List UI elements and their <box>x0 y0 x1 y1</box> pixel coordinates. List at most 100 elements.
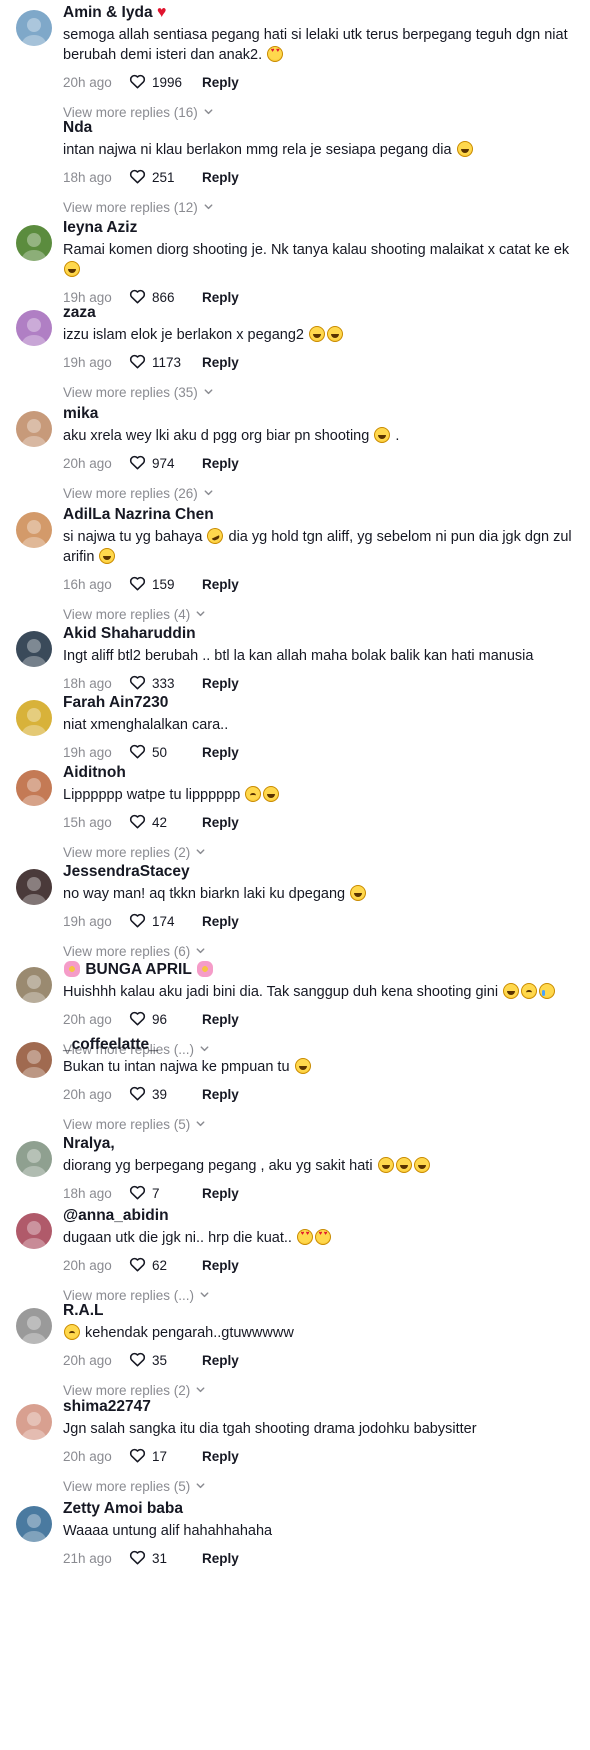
like-button[interactable]: 42 <box>129 813 202 832</box>
comment-content: Ramai komen diorg shooting je. Nk tanya … <box>63 240 574 280</box>
reply-button[interactable]: Reply <box>202 1258 239 1273</box>
user-avatar[interactable] <box>16 631 52 667</box>
comment-author-name[interactable]: Nralya, <box>63 1135 115 1152</box>
like-button[interactable]: 174 <box>129 912 202 931</box>
reply-button[interactable]: Reply <box>202 355 239 370</box>
reply-button[interactable]: Reply <box>202 815 239 830</box>
comment-text-continued: . <box>391 428 400 444</box>
like-count: 50 <box>152 744 168 760</box>
view-more-replies-label: View more replies (6) <box>63 944 191 959</box>
user-avatar[interactable] <box>16 869 52 905</box>
like-button[interactable]: 39 <box>129 1085 202 1104</box>
comment-author-name[interactable]: R.A.L <box>63 1302 103 1319</box>
like-button[interactable]: 35 <box>129 1351 202 1370</box>
user-avatar[interactable] <box>16 1042 52 1078</box>
like-button[interactable]: 31 <box>129 1549 202 1568</box>
comment-author-name[interactable]: Ieyna Aziz <box>63 219 137 236</box>
like-button[interactable]: 1996 <box>129 73 202 92</box>
comment-content: Huishhh kalau aku jadi bini dia. Tak san… <box>63 982 574 1002</box>
view-more-replies-label: View more replies (5) <box>63 1479 191 1494</box>
like-button[interactable]: 7 <box>129 1184 202 1203</box>
like-count: 174 <box>152 913 175 929</box>
view-more-replies[interactable]: View more replies (5) <box>63 1479 206 1494</box>
comment-author: _coffeelatte_ <box>63 1034 574 1056</box>
comment-meta: 18h ago 251 Reply <box>63 166 574 188</box>
view-more-replies[interactable]: View more replies (6) <box>63 944 206 959</box>
reply-button[interactable]: Reply <box>202 1087 239 1102</box>
user-avatar[interactable] <box>16 1506 52 1542</box>
like-button[interactable]: 50 <box>129 743 202 762</box>
reply-button[interactable]: Reply <box>202 676 239 691</box>
view-more-replies[interactable]: View more replies (2) <box>63 845 206 860</box>
user-avatar[interactable] <box>16 1404 52 1440</box>
reply-button[interactable]: Reply <box>202 577 239 592</box>
comment-author-name[interactable]: AdilLa Nazrina Chen <box>63 506 214 523</box>
comment-text: Ingt aliff btl2 berubah .. btl la kan al… <box>63 648 534 664</box>
grin-emoji-icon <box>374 427 391 443</box>
comment-timestamp: 15h ago <box>63 814 112 830</box>
user-avatar[interactable] <box>16 1141 52 1177</box>
reply-button[interactable]: Reply <box>202 914 239 929</box>
user-avatar[interactable] <box>16 10 52 46</box>
like-button[interactable]: 974 <box>129 454 202 473</box>
like-button[interactable]: 159 <box>129 575 202 594</box>
comment-author-name[interactable]: _coffeelatte_ <box>63 1036 158 1053</box>
comment-author-name[interactable]: zaza <box>63 304 96 321</box>
reply-button[interactable]: Reply <box>202 1186 239 1201</box>
view-more-replies[interactable]: View more replies (5) <box>63 1117 206 1132</box>
reply-button[interactable]: Reply <box>202 1551 239 1566</box>
comment-author-name[interactable]: Aiditnoh <box>63 764 126 781</box>
comment-author-name[interactable]: mika <box>63 405 98 422</box>
heart-outline-icon <box>129 168 152 187</box>
comment-timestamp: 20h ago <box>63 1257 112 1273</box>
user-avatar[interactable] <box>16 310 52 346</box>
reply-button[interactable]: Reply <box>202 456 239 471</box>
reply-button[interactable]: Reply <box>202 1012 239 1027</box>
comment-author-name[interactable]: Amin & Iyda <box>63 4 153 21</box>
comment-meta: 20h ago 974 Reply <box>63 452 574 474</box>
comment-author-name[interactable]: BUNGA APRIL <box>85 961 191 978</box>
user-avatar[interactable] <box>16 967 52 1003</box>
grin-emoji-icon <box>503 983 520 999</box>
comment-author-name[interactable]: JessendraStacey <box>63 863 190 880</box>
like-button[interactable]: 17 <box>129 1447 202 1466</box>
comment-timestamp: 20h ago <box>63 1448 112 1464</box>
comment-body: Farah Ain7230 niat xmenghalalkan cara.. 1… <box>63 692 574 763</box>
comment-author: AdilLa Nazrina Chen <box>63 504 574 526</box>
view-more-replies[interactable]: View more replies (12) <box>63 200 214 215</box>
like-button[interactable]: 1173 <box>129 353 202 372</box>
heart-outline-icon <box>129 743 152 762</box>
user-avatar[interactable] <box>16 125 52 161</box>
view-more-replies[interactable]: View more replies (4) <box>63 607 206 622</box>
grin-emoji-icon <box>413 1157 430 1173</box>
reply-button[interactable]: Reply <box>202 170 239 185</box>
user-avatar[interactable] <box>16 1308 52 1344</box>
like-button[interactable]: 62 <box>129 1256 202 1275</box>
user-avatar[interactable] <box>16 512 52 548</box>
reply-button[interactable]: Reply <box>202 1449 239 1464</box>
user-avatar[interactable] <box>16 770 52 806</box>
roll-emoji-icon <box>204 525 227 547</box>
user-avatar[interactable] <box>16 411 52 447</box>
comment-author-name[interactable]: Akid Shaharuddin <box>63 625 196 642</box>
user-avatar[interactable] <box>16 225 52 261</box>
comment-author-name[interactable]: Nda <box>63 119 92 136</box>
comment-body: Akid Shaharuddin Ingt aliff btl2 berubah … <box>63 623 574 694</box>
comment-meta: 16h ago 159 Reply <box>63 573 574 595</box>
view-more-replies[interactable]: View more replies (26) <box>63 486 214 501</box>
comment-author-name[interactable]: Zetty Amoi baba <box>63 1500 183 1517</box>
like-button[interactable]: 96 <box>129 1010 202 1029</box>
reply-button[interactable]: Reply <box>202 75 239 90</box>
comment-author-name[interactable]: Farah Ain7230 <box>63 694 168 711</box>
user-avatar[interactable] <box>16 1213 52 1249</box>
flower-emoji-icon <box>196 961 213 977</box>
comment-author-name[interactable]: @anna_abidin <box>63 1207 169 1224</box>
like-button[interactable]: 333 <box>129 674 202 693</box>
comment-author-name[interactable]: shima22747 <box>63 1398 151 1415</box>
grin-emoji-icon <box>99 548 116 564</box>
user-avatar[interactable] <box>16 700 52 736</box>
view-more-replies[interactable]: View more replies (35) <box>63 385 214 400</box>
reply-button[interactable]: Reply <box>202 745 239 760</box>
reply-button[interactable]: Reply <box>202 1353 239 1368</box>
like-button[interactable]: 251 <box>129 168 202 187</box>
